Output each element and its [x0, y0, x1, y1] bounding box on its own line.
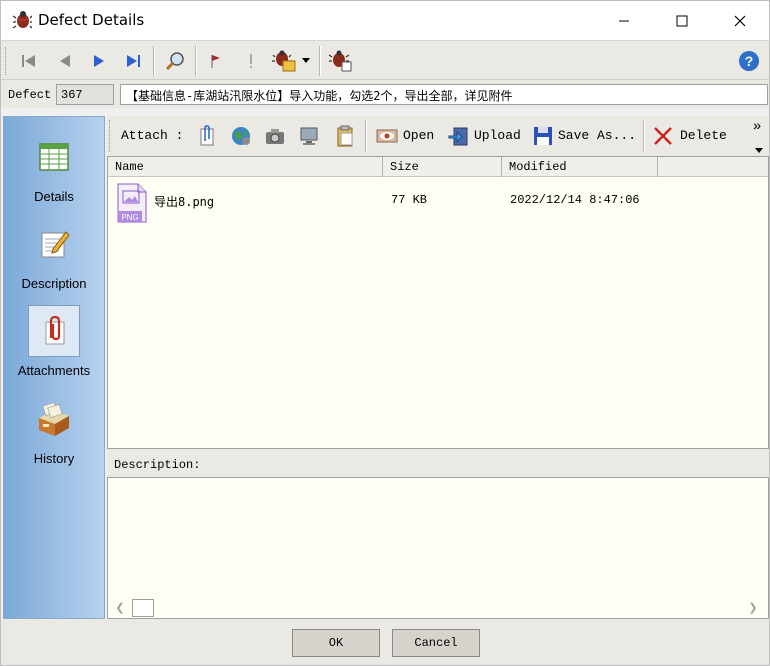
toolbar-separator: [319, 46, 321, 76]
cancel-button[interactable]: Cancel: [392, 629, 480, 657]
left-navigation: Details Description Attachments History: [3, 116, 105, 619]
nav-item-history[interactable]: History: [4, 393, 104, 466]
ok-button[interactable]: OK: [292, 629, 380, 657]
file-modified: 2022/12/14 8:47:06: [510, 193, 640, 207]
upload-icon[interactable]: [447, 124, 471, 148]
scrollbar-thumb[interactable]: [132, 599, 154, 617]
toolbar-grip[interactable]: [5, 47, 8, 75]
attach-file-icon[interactable]: [195, 124, 219, 148]
png-file-icon: PNG: [116, 183, 148, 226]
previous-record-icon[interactable]: [51, 47, 79, 75]
first-record-icon[interactable]: [15, 47, 43, 75]
attachments-paperclip-icon: [28, 305, 80, 357]
scroll-right-arrow-icon[interactable]: ❯: [746, 601, 760, 615]
attachment-description-field[interactable]: ❮ ❯: [107, 477, 769, 619]
nav-item-details[interactable]: Details: [4, 131, 104, 204]
attach-url-globe-icon[interactable]: [229, 124, 253, 148]
main-toolbar: ?: [1, 40, 769, 80]
toolbar-separator: [195, 46, 197, 76]
column-header-modified[interactable]: Modified: [502, 157, 658, 177]
toolbar-separator: [365, 120, 367, 152]
flag-icon[interactable]: [201, 47, 229, 75]
next-record-icon[interactable]: [85, 47, 113, 75]
help-icon[interactable]: ?: [735, 47, 763, 75]
save-as-floppy-icon[interactable]: [531, 124, 555, 148]
close-button[interactable]: [711, 1, 769, 40]
nav-item-attachments[interactable]: Attachments: [4, 305, 104, 378]
open-button-label[interactable]: Open: [403, 128, 434, 143]
nav-item-description[interactable]: Description: [4, 218, 104, 291]
toolbar-separator: [643, 120, 645, 152]
title-bar: Defect Details: [1, 1, 769, 40]
file-name: 导出8.png: [154, 195, 215, 209]
file-size: 77 KB: [391, 193, 428, 207]
defect-link-icon[interactable]: [327, 47, 355, 75]
horizontal-scrollbar[interactable]: ❮ ❯: [108, 598, 768, 618]
defect-label: Defect: [8, 88, 52, 102]
column-header-name[interactable]: Name: [108, 157, 383, 177]
attach-snapshot-camera-icon[interactable]: [263, 124, 287, 148]
nav-label-attachments: Attachments: [17, 363, 91, 378]
file-type-badge: PNG: [121, 213, 138, 222]
nav-label-history: History: [33, 451, 75, 466]
attach-system-info-monitor-icon[interactable]: [297, 124, 321, 148]
history-card-box-icon: [28, 393, 80, 445]
svg-text:?: ?: [745, 53, 754, 69]
minimize-button[interactable]: [595, 1, 653, 40]
delete-x-icon[interactable]: [651, 124, 675, 148]
defect-details-window: Defect Details ? Defect 367 【基础信息-库湖站汛限水…: [0, 0, 770, 666]
attach-label: Attach :: [121, 128, 184, 143]
toolbar-overflow-chevron[interactable]: »: [753, 119, 761, 135]
defect-row: Defect 367 【基础信息-库湖站汛限水位】导入功能，勾选2个，导出全部，…: [1, 80, 769, 108]
file-list-header: Name Size Modified: [108, 157, 768, 177]
upload-button-label[interactable]: Upload: [474, 128, 521, 143]
open-eye-icon[interactable]: [375, 124, 399, 148]
find-icon[interactable]: [161, 47, 189, 75]
defect-actions-icon[interactable]: [271, 47, 299, 75]
toolbar-separator: [153, 46, 155, 76]
delete-button-label[interactable]: Delete: [680, 128, 727, 143]
defect-id-field[interactable]: 367: [56, 84, 114, 105]
nav-label-details: Details: [34, 189, 74, 204]
defect-summary-field[interactable]: 【基础信息-库湖站汛限水位】导入功能，勾选2个，导出全部，详见附件: [120, 84, 768, 105]
attach-clipboard-icon[interactable]: [333, 124, 357, 148]
attachments-file-list: Name Size Modified PNG 导出8.png 77 KB 202…: [107, 156, 769, 449]
dialog-button-bar: OK Cancel: [1, 619, 769, 665]
file-row[interactable]: PNG 导出8.png 77 KB 2022/12/14 8:47:06: [114, 181, 754, 223]
window-title: Defect Details: [38, 11, 145, 29]
attachments-toolbar: Attach : Open Upload Save As... Delete »: [107, 116, 769, 155]
toolbar-overflow-dropdown-icon[interactable]: [755, 143, 763, 157]
column-header-size[interactable]: Size: [383, 157, 502, 177]
defect-actions-dropdown-icon[interactable]: [299, 47, 313, 75]
toolbar-grip[interactable]: [109, 120, 112, 152]
save-as-button-label[interactable]: Save As...: [558, 128, 636, 143]
bug-app-icon: [12, 10, 33, 30]
attachments-panel: Attach : Open Upload Save As... Delete »…: [107, 116, 769, 619]
scroll-left-arrow-icon[interactable]: ❮: [113, 601, 127, 615]
attachment-description-label: Description:: [114, 458, 201, 472]
description-icon: [28, 218, 80, 270]
maximize-button[interactable]: [653, 1, 711, 40]
exclamation-icon[interactable]: [237, 47, 265, 75]
last-record-icon[interactable]: [119, 47, 147, 75]
details-icon: [28, 131, 80, 183]
nav-label-description: Description: [21, 276, 87, 291]
